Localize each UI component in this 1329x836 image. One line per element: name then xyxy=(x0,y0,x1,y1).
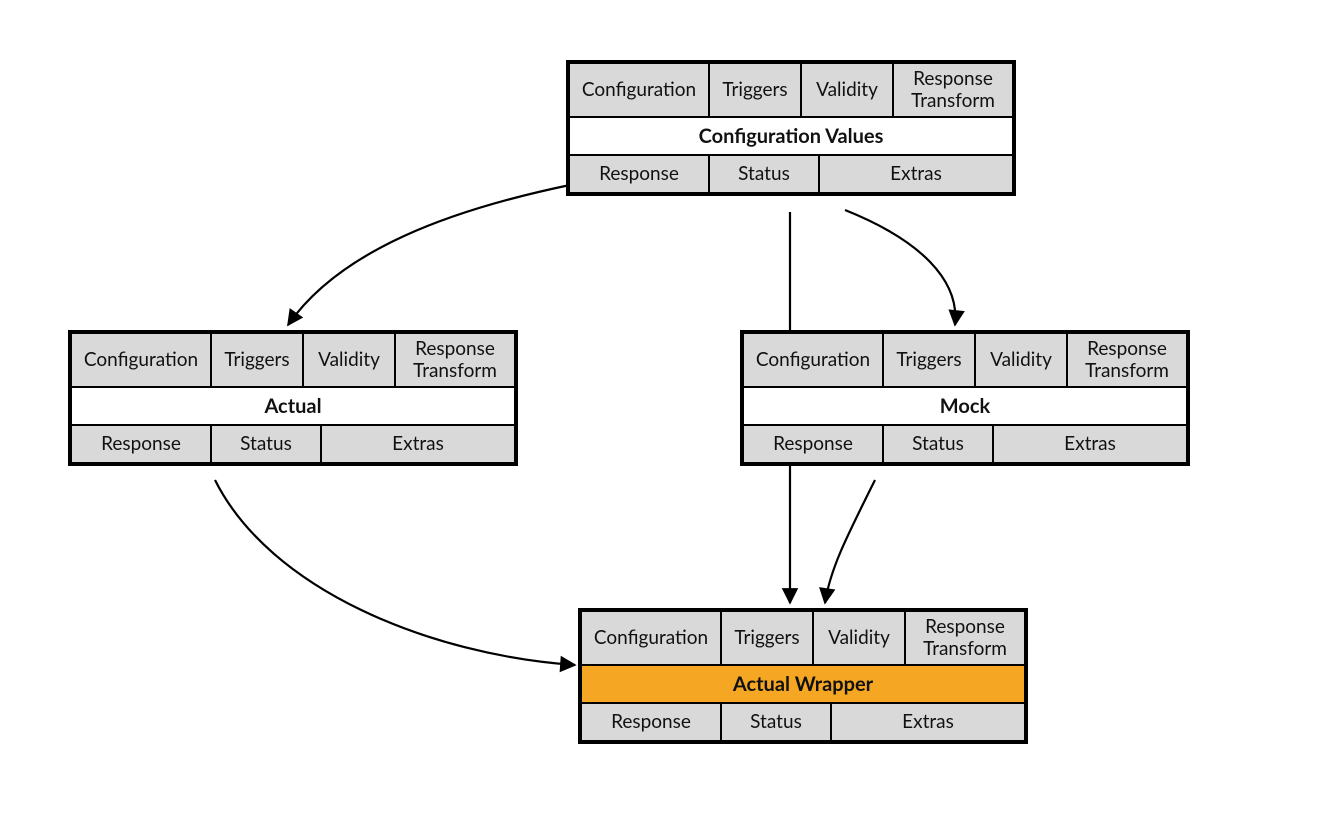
cell-extras: Extras xyxy=(831,703,1025,741)
cell-response-transform: Response Transform xyxy=(1067,333,1187,387)
edge-config-to-actual xyxy=(288,185,570,325)
cell-response: Response xyxy=(71,425,211,463)
cell-response-transform: Response Transform xyxy=(893,63,1013,117)
cell-validity: Validity xyxy=(801,63,893,117)
cell-status: Status xyxy=(709,155,819,193)
cell-extras: Extras xyxy=(993,425,1187,463)
node-title: Actual Wrapper xyxy=(581,665,1025,703)
cell-configuration: Configuration xyxy=(581,611,721,665)
cell-triggers: Triggers xyxy=(211,333,303,387)
cell-response: Response xyxy=(569,155,709,193)
node-mock: Configuration Triggers Validity Response… xyxy=(740,330,1190,466)
cell-extras: Extras xyxy=(819,155,1013,193)
node-configuration-values: Configuration Triggers Validity Response… xyxy=(566,60,1016,196)
node-title: Mock xyxy=(743,387,1187,425)
cell-status: Status xyxy=(721,703,831,741)
cell-triggers: Triggers xyxy=(709,63,801,117)
cell-response: Response xyxy=(581,703,721,741)
node-actual: Configuration Triggers Validity Response… xyxy=(68,330,518,466)
node-title: Configuration Values xyxy=(569,117,1013,155)
edge-mock-to-wrapper xyxy=(825,480,875,603)
cell-triggers: Triggers xyxy=(721,611,813,665)
node-title: Actual xyxy=(71,387,515,425)
cell-status: Status xyxy=(211,425,321,463)
edge-config-to-mock xyxy=(845,210,955,325)
cell-configuration: Configuration xyxy=(569,63,709,117)
cell-triggers: Triggers xyxy=(883,333,975,387)
edge-actual-to-wrapper xyxy=(215,480,575,665)
cell-validity: Validity xyxy=(303,333,395,387)
diagram-canvas: Configuration Triggers Validity Response… xyxy=(0,0,1329,836)
cell-status: Status xyxy=(883,425,993,463)
cell-validity: Validity xyxy=(975,333,1067,387)
cell-response-transform: Response Transform xyxy=(395,333,515,387)
cell-response: Response xyxy=(743,425,883,463)
cell-response-transform: Response Transform xyxy=(905,611,1025,665)
cell-configuration: Configuration xyxy=(71,333,211,387)
cell-configuration: Configuration xyxy=(743,333,883,387)
cell-validity: Validity xyxy=(813,611,905,665)
node-actual-wrapper: Configuration Triggers Validity Response… xyxy=(578,608,1028,744)
cell-extras: Extras xyxy=(321,425,515,463)
